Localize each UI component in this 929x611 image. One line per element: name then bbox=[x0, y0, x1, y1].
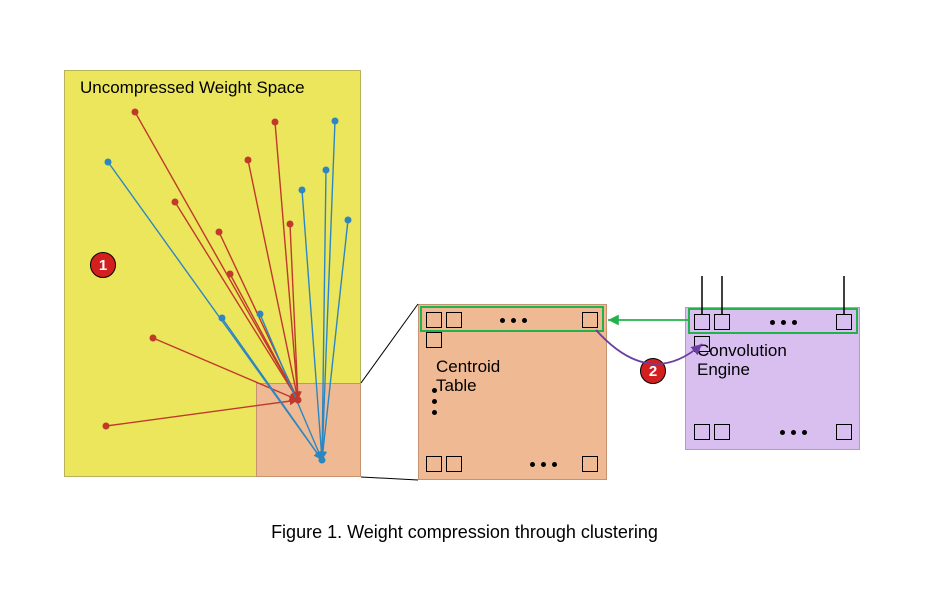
diagram-lines bbox=[0, 0, 929, 611]
